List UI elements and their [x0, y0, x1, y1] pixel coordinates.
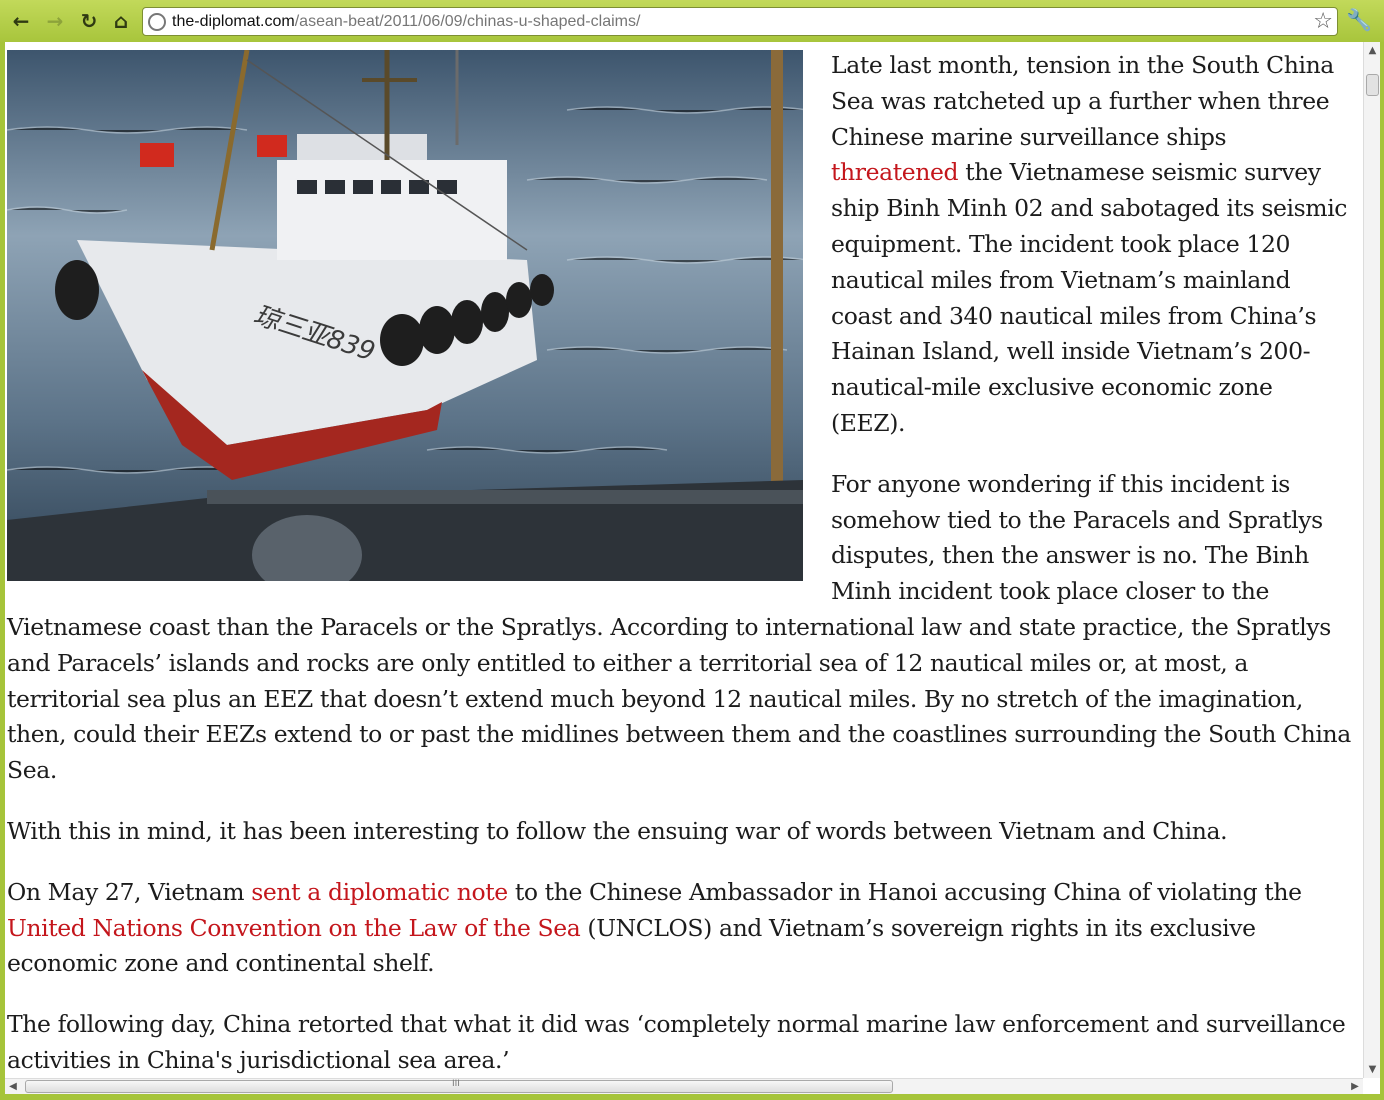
horizontal-scrollbar[interactable]: ◀ III ▶ — [5, 1078, 1363, 1094]
article-photo: 琼三亚839 — [7, 50, 803, 581]
scroll-left-arrow-icon[interactable]: ◀ — [5, 1079, 21, 1094]
home-icon[interactable]: ⌂ — [108, 8, 134, 34]
article-body: 琼三亚839 Late last month, tension in the S… — [7, 48, 1353, 1094]
url-path: /asean-beat/2011/06/09/chinas-u-shaped-c… — [294, 12, 641, 30]
paragraph-text: Late last month, tension in the South Ch… — [831, 51, 1334, 151]
fishing-boat-illustration: 琼三亚839 — [7, 50, 803, 581]
scroll-right-arrow-icon[interactable]: ▶ — [1347, 1079, 1363, 1094]
address-bar[interactable]: the-diplomat.com/asean-beat/2011/06/09/c… — [142, 7, 1338, 36]
paragraph-5: The following day, China retorted that w… — [7, 1010, 1346, 1074]
vertical-scrollbar[interactable]: ▲ ▼ — [1363, 42, 1380, 1078]
wrench-icon[interactable]: 🔧 — [1346, 8, 1372, 33]
vertical-scroll-thumb[interactable] — [1366, 74, 1379, 96]
reload-icon[interactable]: ↻ — [76, 8, 102, 34]
scroll-up-arrow-icon[interactable]: ▲ — [1364, 42, 1380, 59]
paragraph-text: to the Chinese Ambassador in Hanoi accus… — [507, 877, 1302, 906]
back-arrow-icon[interactable]: ← — [8, 8, 34, 34]
page-viewport: 琼三亚839 Late last month, tension in the S… — [5, 42, 1380, 1094]
unclos-link[interactable]: United Nations Convention on the Law of … — [7, 914, 581, 942]
forward-arrow-icon[interactable]: → — [42, 8, 68, 34]
threatened-link[interactable]: threatened — [831, 158, 959, 186]
paragraph-text: the Vietnamese seismic survey ship Binh … — [831, 158, 1348, 437]
scroll-grip-icon: III — [452, 1079, 460, 1089]
paragraph-4: On May 27, Vietnam sent a diplomatic not… — [7, 875, 1353, 982]
horizontal-scroll-thumb[interactable]: III — [25, 1079, 893, 1093]
scroll-down-arrow-icon[interactable]: ▼ — [1364, 1061, 1380, 1078]
paragraph-text: On May 27, Vietnam — [7, 877, 252, 906]
paragraph-3: With this in mind, it has been interesti… — [7, 816, 1228, 845]
globe-icon — [148, 12, 166, 31]
diplomatic-note-link[interactable]: sent a diplomatic note — [251, 878, 508, 906]
browser-toolbar: ← → ↻ ⌂ the-diplomat.com/asean-beat/2011… — [0, 0, 1384, 42]
url-host: the-diplomat.com — [172, 12, 295, 30]
star-icon[interactable]: ☆ — [1313, 9, 1333, 35]
